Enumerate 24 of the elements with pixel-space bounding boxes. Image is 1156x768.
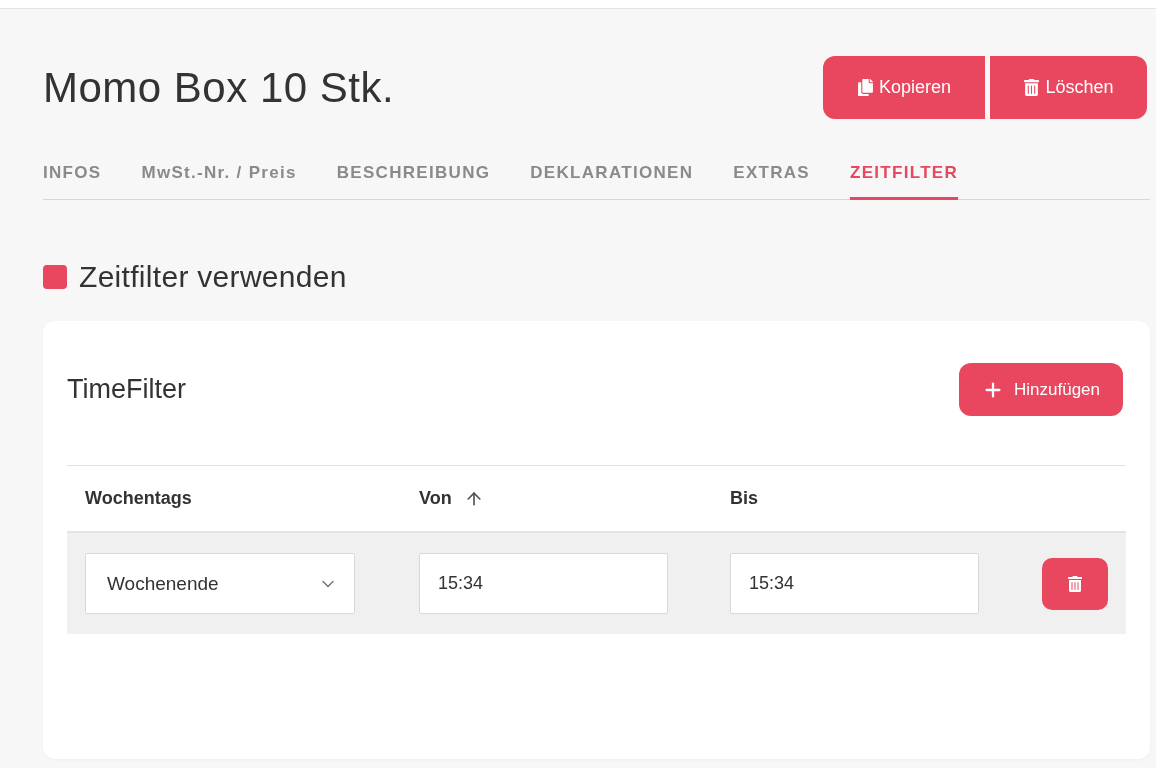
delete-button[interactable]: Löschen [990,56,1147,119]
add-button[interactable]: Hinzufügen [959,363,1123,416]
checkbox[interactable] [43,265,67,289]
copy-button[interactable]: Kopieren [823,56,985,119]
weekday-select[interactable]: Wochenende [85,553,355,614]
tab[interactable]: DEKLARATIONEN [530,155,694,200]
tab[interactable]: EXTRAS [733,155,810,200]
tab[interactable]: INFOS [43,155,102,200]
delete-row-button[interactable] [1042,557,1108,610]
tab[interactable]: ZEITFILTER [850,155,959,200]
column-header[interactable]: Bis [730,488,758,509]
column-header[interactable]: Von [419,488,452,509]
trash-icon [1067,575,1083,592]
time-input[interactable]: 15:34 [419,553,668,614]
column-header[interactable]: Wochentags [85,488,192,509]
tab[interactable]: MwSt.-Nr. / Preis [141,155,297,200]
checkbox-label: Zeitfilter verwenden [79,260,347,294]
card-title: TimeFilter [67,374,186,405]
time-input[interactable]: 15:34 [730,553,979,614]
select-value: Wochenende [107,572,219,595]
trash-icon [1023,79,1041,96]
page-title: Momo Box 10 Stk. [43,63,395,112]
tab[interactable]: BESCHREIBUNG [336,155,491,200]
copy-icon [856,79,874,96]
